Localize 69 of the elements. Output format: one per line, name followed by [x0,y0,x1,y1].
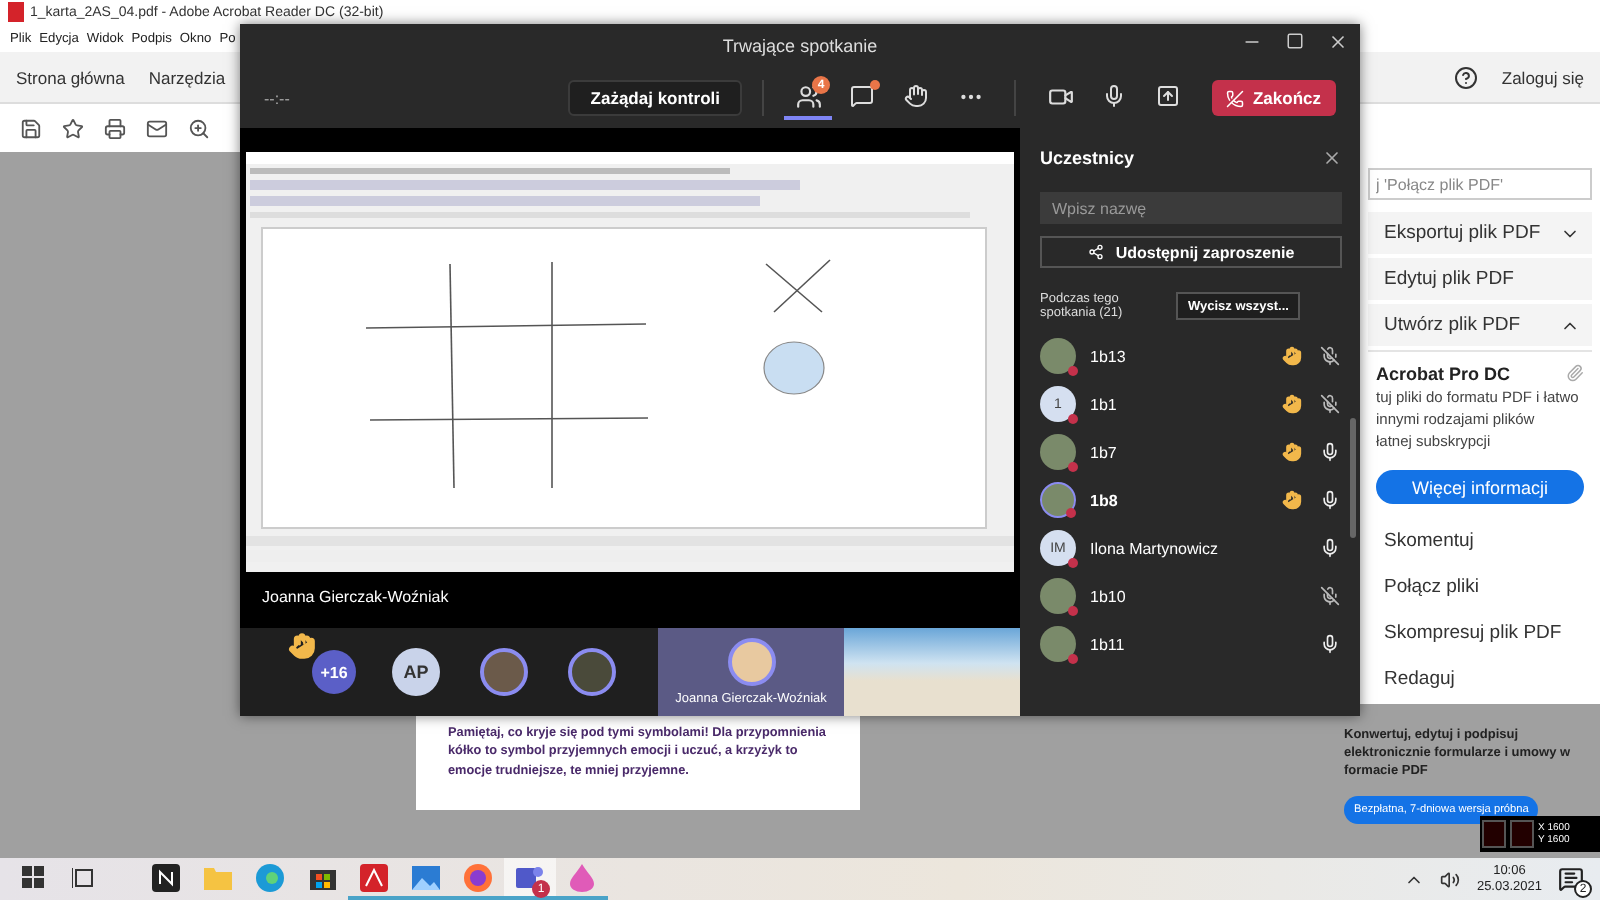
share-screen-icon [1156,84,1180,108]
request-control-button[interactable]: Zażądaj kontroli [568,80,742,116]
zoom-icon[interactable] [188,117,210,139]
tool-label: Edytuj plik PDF [1384,268,1514,290]
name-search-field[interactable]: Wpisz nazwę [1040,192,1342,224]
landscape-image-icon [412,865,440,889]
shopping-bag-icon [309,864,335,890]
task-view-icon [71,865,95,889]
tool-label: Eksportuj plik PDF [1384,222,1541,244]
folder-icon [204,865,232,889]
end-call-button[interactable]: Zakończ [1212,80,1336,116]
raised-hand-icon [288,632,316,660]
tool-item[interactable]: Eksportuj plik PDF [1368,212,1592,254]
panel-title: Uczestnicy [1040,148,1135,168]
star-icon[interactable] [62,117,84,139]
people-icon [795,83,821,109]
participant-name: 1b13 [1090,347,1128,365]
teams-icon [516,863,544,891]
promo-title: Acrobat Pro DC [1376,364,1511,384]
volume-icon[interactable] [1440,869,1461,889]
participant-name: 1b1 [1090,395,1119,413]
camera-icon [1047,83,1073,109]
drop-icon [570,863,594,891]
avatar-photo-placeholder [727,638,775,686]
maximize-icon[interactable] [1286,32,1304,50]
paperclip-icon [1566,364,1584,382]
window-title: Trwające spotkanie [722,36,878,56]
mail-icon[interactable] [146,117,168,139]
participant-name: 1b10 [1090,587,1128,605]
participant-row[interactable]: 1b8 [1040,476,1342,524]
more-info-button[interactable]: Więcej informacji [1376,470,1584,504]
save-icon[interactable] [20,117,42,139]
nav-tab[interactable]: Strona główna [16,67,125,87]
presenter-name: Joanna Gierczak-Woźniak [260,586,451,606]
participant-row[interactable]: 1b10 [1040,572,1342,620]
windows-logo-icon [22,866,44,888]
avatar: AP [392,648,440,696]
phone-icon [1226,89,1245,107]
participant-row[interactable]: 1b7 [1040,428,1342,476]
avatar-photo-placeholder [480,648,528,696]
n-letter-icon [152,863,180,891]
participant-name: 1b11 [1090,635,1127,653]
nav-tab[interactable]: Narzędzia [148,67,226,87]
share-icon [1087,244,1104,260]
participant-name: 1b7 [1090,443,1119,461]
notification-icon [1558,866,1584,892]
browser-icon [256,863,284,891]
tool-item[interactable]: Utwórz plik PDF [1368,304,1592,346]
share-invite-button[interactable]: Udostępnij zaproszenie [1040,236,1342,268]
tools-search-field[interactable]: j 'Połącz plik PDF' [1368,168,1592,200]
participant-name: Ilona Martynowicz [1090,539,1221,557]
tool-item[interactable]: Edytuj plik PDF [1368,258,1592,300]
firefox-icon [464,863,492,891]
participant-row[interactable]: 1b13 [1040,332,1342,380]
close-icon[interactable] [1322,148,1342,168]
call-timer: --:-- [264,89,290,107]
hand-icon [904,84,928,108]
print-icon[interactable] [104,117,126,139]
avatar-photo-placeholder [568,648,616,696]
help-icon[interactable] [1453,65,1478,89]
sign-in-link[interactable]: Zaloguj się [1501,67,1584,87]
mic-icon [1102,84,1126,108]
participant-row[interactable]: 1b11 [1040,620,1342,668]
pdf-app-icon [360,863,388,891]
chat-icon [850,84,874,108]
participant-name: 1b8 [1090,491,1120,509]
close-icon[interactable] [1328,32,1348,52]
tool-label: Utwórz plik PDF [1384,314,1521,336]
pdf-file-icon [8,2,24,22]
